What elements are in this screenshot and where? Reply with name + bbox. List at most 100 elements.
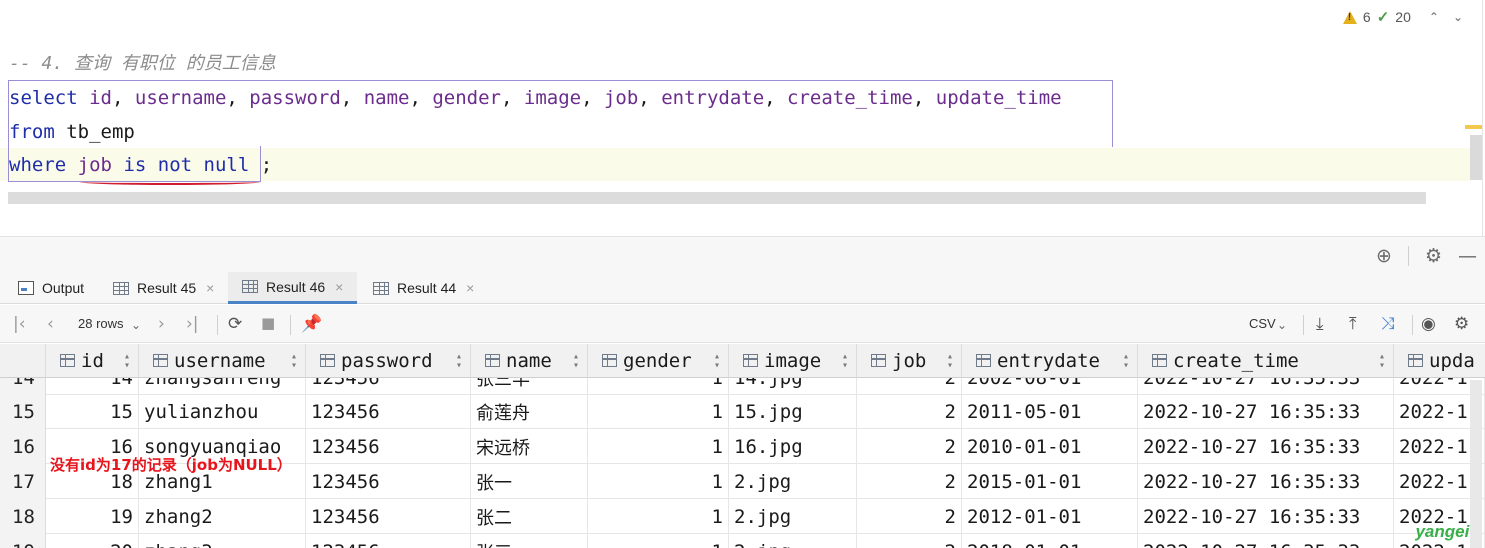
sort-icon[interactable]: ▴ ▾ — [124, 352, 130, 371]
table-cell-name[interactable]: 宋远桥 — [471, 429, 588, 464]
column-header-password[interactable]: password ▴ ▾ — [306, 344, 471, 378]
close-icon[interactable]: × — [335, 279, 343, 295]
gear-icon[interactable]: ⚙ — [1425, 245, 1442, 267]
row-number[interactable]: 19 — [0, 534, 46, 548]
error-stripe-marker[interactable] — [1465, 125, 1482, 129]
table-cell-name[interactable]: 张一 — [471, 464, 588, 499]
table-cell-gender[interactable]: 1 — [588, 464, 729, 499]
sort-icon[interactable]: ▴ ▾ — [1379, 352, 1385, 371]
table-cell-gender[interactable]: 1 — [588, 429, 729, 464]
table-cell-image[interactable]: 2.jpg — [729, 499, 857, 534]
sort-icon[interactable]: ▴ ▾ — [947, 352, 953, 371]
table-cell-name[interactable]: 张二 — [471, 499, 588, 534]
table-cell-password[interactable]: 123456 — [306, 394, 471, 429]
grid-vertical-scrollbar[interactable] — [1470, 380, 1482, 548]
chevron-up-icon[interactable]: ⌃ — [1429, 10, 1439, 24]
table-cell-image[interactable]: 15.jpg — [729, 394, 857, 429]
sort-icon[interactable]: ▴ ▾ — [456, 352, 462, 371]
table-cell-create-time[interactable]: 2022-10-27 16:35:33 — [1138, 499, 1394, 534]
compare-icon[interactable]: ⤨ — [1381, 314, 1395, 334]
table-cell-job[interactable]: 2 — [857, 394, 962, 429]
sort-icon[interactable]: ▴ ▾ — [714, 352, 720, 371]
table-cell-password[interactable]: 123456 — [306, 534, 471, 548]
editor-horizontal-scrollbar[interactable] — [8, 192, 1426, 204]
code-line-from[interactable]: from tb_emp — [9, 120, 135, 144]
editor-vertical-scrollbar[interactable] — [1470, 135, 1482, 180]
table-cell-gender[interactable]: 1 — [588, 394, 729, 429]
inspection-widget[interactable]: 6 ✓ 20 ⌃ ⌄ — [1342, 8, 1463, 26]
table-cell-create-time[interactable]: 2022-10-27 16:35:33 — [1138, 534, 1394, 548]
code-line-select[interactable]: select id, username, password, name, gen… — [9, 86, 1062, 110]
result-grid[interactable]: id ▴ ▾ username ▴ ▾ password ▴ ▾ name ▴ ▾ gender… — [0, 344, 1485, 379]
prev-page-icon[interactable]: ‹ — [47, 314, 54, 334]
table-cell-username[interactable]: yulianzhou — [139, 394, 306, 429]
table-cell-create-time[interactable]: 2022-10-27 16:35:33 — [1138, 394, 1394, 429]
table-cell-gender[interactable]: 1 — [588, 499, 729, 534]
table-cell-id[interactable]: 19 — [46, 499, 139, 534]
close-icon[interactable]: × — [206, 280, 214, 296]
tab-result-44[interactable]: Result 44 × — [373, 272, 474, 304]
column-header-id[interactable]: id ▴ ▾ — [46, 344, 139, 378]
row-count-dropdown[interactable]: 28 rows — [78, 316, 124, 331]
tab-output[interactable]: Output — [18, 272, 84, 304]
table-cell-image[interactable]: 2.jpg — [729, 534, 857, 548]
tab-result-46[interactable]: Result 46 × — [228, 272, 358, 304]
table-cell-create-time[interactable]: 2022-10-27 16:35:33 — [1138, 464, 1394, 499]
column-header-entrydate[interactable]: entrydate ▴ ▾ — [962, 344, 1138, 378]
table-cell-password[interactable]: 123456 — [306, 464, 471, 499]
table-cell-image[interactable]: 16.jpg — [729, 429, 857, 464]
upload-icon[interactable]: ⤒ — [1349, 314, 1357, 334]
table-cell-create-time[interactable]: 2022-10-27 16:35:33 — [1138, 429, 1394, 464]
table-cell-job[interactable]: 2 — [857, 534, 962, 548]
table-cell-name[interactable]: 张三 — [471, 534, 588, 548]
table-cell-gender[interactable]: 1 — [588, 534, 729, 548]
export-format-dropdown[interactable]: CSV — [1249, 316, 1276, 331]
close-icon[interactable]: × — [466, 280, 474, 296]
stop-icon[interactable]: ■ — [261, 314, 275, 332]
table-cell-id[interactable]: 20 — [46, 534, 139, 548]
table-cell-password[interactable]: 123456 — [306, 429, 471, 464]
view-icon[interactable]: ◉ — [1421, 314, 1436, 334]
first-page-icon[interactable]: |‹ — [13, 314, 26, 334]
column-header-job[interactable]: job ▴ ▾ — [857, 344, 962, 378]
sort-icon[interactable]: ▴ ▾ — [573, 352, 579, 371]
column-header-gender[interactable]: gender ▴ ▾ — [588, 344, 729, 378]
row-number[interactable]: 16 — [0, 429, 46, 464]
column-header-create-time[interactable]: create_time ▴ ▾ — [1138, 344, 1394, 378]
table-cell-image[interactable]: 2.jpg — [729, 464, 857, 499]
row-number[interactable]: 15 — [0, 394, 46, 429]
table-row[interactable]: 1920zhang3123456张三12.jpg22018-01-012022-… — [0, 534, 1485, 548]
column-header-image[interactable]: image ▴ ▾ — [729, 344, 857, 378]
table-cell-entrydate[interactable]: 2012-01-01 — [962, 499, 1138, 534]
table-cell-username[interactable]: zhang2 — [139, 499, 306, 534]
table-cell-entrydate[interactable]: 2018-01-01 — [962, 534, 1138, 548]
column-header-update-time[interactable]: upda — [1394, 344, 1485, 378]
column-header-name[interactable]: name ▴ ▾ — [471, 344, 588, 378]
sort-icon[interactable]: ▴ ▾ — [842, 352, 848, 371]
download-icon[interactable]: ⤓ — [1316, 314, 1324, 334]
table-cell-job[interactable]: 2 — [857, 429, 962, 464]
minimize-icon[interactable]: — — [1458, 245, 1477, 267]
table-cell-id[interactable]: 15 — [46, 394, 139, 429]
tab-result-45[interactable]: Result 45 × — [113, 272, 214, 304]
row-number[interactable]: 18 — [0, 499, 46, 534]
column-header-username[interactable]: username ▴ ▾ — [139, 344, 306, 378]
chevron-down-icon[interactable]: ⌄ — [131, 318, 141, 332]
table-cell-job[interactable]: 2 — [857, 464, 962, 499]
last-page-icon[interactable]: ›| — [186, 314, 199, 334]
code-line-where[interactable]: where job is not null ; — [9, 153, 272, 177]
next-page-icon[interactable]: › — [158, 314, 165, 334]
table-row[interactable]: 15 15 yulianzhou 123456 俞莲舟 1 15.jpg 2 2011-05-0… — [0, 394, 1485, 429]
pin-icon[interactable]: 📌 — [301, 314, 322, 334]
table-cell-entrydate[interactable]: 2010-01-01 — [962, 429, 1138, 464]
sort-icon[interactable]: ▴ ▾ — [291, 352, 297, 371]
sort-icon[interactable]: ▴ ▾ — [1123, 352, 1129, 371]
chevron-down-icon[interactable]: ⌄ — [1277, 318, 1287, 332]
chevron-down-icon[interactable]: ⌄ — [1453, 10, 1463, 24]
table-cell-username[interactable]: zhang3 — [139, 534, 306, 548]
sql-editor[interactable]: 6 ✓ 20 ⌃ ⌄ -- 4. 查询 有职位 的员工信息 select id,… — [0, 0, 1485, 236]
crosshair-icon[interactable]: ⊕ — [1376, 245, 1392, 267]
table-cell-entrydate[interactable]: 2015-01-01 — [962, 464, 1138, 499]
table-cell-name[interactable]: 俞莲舟 — [471, 394, 588, 429]
table-cell-entrydate[interactable]: 2011-05-01 — [962, 394, 1138, 429]
